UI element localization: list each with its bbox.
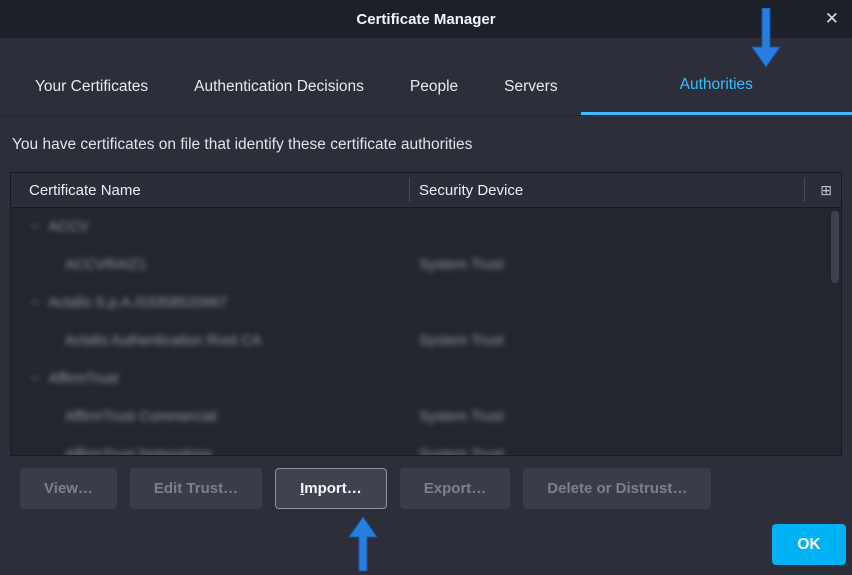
- close-icon[interactable]: ✕: [825, 0, 839, 38]
- table-row[interactable]: AffirmTrust Commercial System Trust: [11, 398, 841, 436]
- tab-authorities[interactable]: Authorities: [581, 58, 852, 115]
- certificate-name: Actalis S.p.A./03358520967: [48, 295, 227, 311]
- security-device: System Trust: [419, 398, 504, 436]
- table-scrollbar[interactable]: [830, 208, 840, 454]
- column-divider[interactable]: [409, 178, 410, 202]
- column-divider: [804, 178, 805, 202]
- table-row[interactable]: Actalis Authentication Root CA System Tr…: [11, 322, 841, 360]
- export-button[interactable]: Export…: [400, 468, 511, 509]
- table-row[interactable]: −ACCV: [11, 208, 841, 246]
- certificate-name: AffirmTrust: [48, 371, 118, 387]
- edit-trust-button[interactable]: Edit Trust…: [130, 468, 262, 509]
- tab-your-certificates[interactable]: Your Certificates: [12, 58, 171, 115]
- tab-authentication-decisions[interactable]: Authentication Decisions: [171, 58, 387, 115]
- certificates-table: Certificate Name Security Device ⊞ −ACCV…: [10, 172, 842, 456]
- table-row[interactable]: AffirmTrust Networking System Trust: [11, 436, 841, 456]
- column-picker-icon[interactable]: ⊞: [811, 173, 841, 207]
- action-button-row: View… Edit Trust… Import… Export… Delete…: [20, 468, 711, 509]
- certificate-name: ACCVRAIZ1: [65, 246, 146, 284]
- twisty-icon[interactable]: −: [31, 371, 39, 387]
- column-header-certificate-name[interactable]: Certificate Name: [29, 173, 141, 207]
- security-device: System Trust: [419, 436, 504, 456]
- certificate-name: ACCV: [48, 219, 88, 235]
- ok-button[interactable]: OK: [772, 524, 846, 565]
- twisty-icon[interactable]: −: [31, 295, 39, 311]
- dialog-title: Certificate Manager: [356, 11, 495, 28]
- security-device: System Trust: [419, 322, 504, 360]
- tab-people[interactable]: People: [387, 58, 481, 115]
- twisty-icon[interactable]: −: [31, 219, 39, 235]
- certificate-name: AffirmTrust Networking: [65, 436, 212, 456]
- scrollbar-thumb[interactable]: [831, 211, 839, 283]
- title-bar: Certificate Manager ✕: [0, 0, 852, 38]
- description-text: You have certificates on file that ident…: [12, 136, 472, 154]
- import-button[interactable]: Import…: [275, 468, 387, 509]
- column-header-security-device[interactable]: Security Device: [419, 173, 523, 207]
- certificate-name: Actalis Authentication Root CA: [65, 322, 262, 360]
- table-body: −ACCV ACCVRAIZ1 System Trust −Actalis S.…: [11, 208, 841, 456]
- table-header: Certificate Name Security Device ⊞: [11, 173, 841, 208]
- certificate-manager-dialog: Certificate Manager ✕ Your Certificates …: [0, 0, 852, 575]
- table-row[interactable]: −AffirmTrust: [11, 360, 841, 398]
- delete-distrust-button[interactable]: Delete or Distrust…: [523, 468, 711, 509]
- table-row[interactable]: −Actalis S.p.A./03358520967: [11, 284, 841, 322]
- table-row[interactable]: ACCVRAIZ1 System Trust: [11, 246, 841, 284]
- security-device: System Trust: [419, 246, 504, 284]
- certificate-name: AffirmTrust Commercial: [65, 398, 216, 436]
- tab-strip: Your Certificates Authentication Decisio…: [0, 58, 852, 116]
- tab-servers[interactable]: Servers: [481, 58, 580, 115]
- arrow-up-annotation: [347, 516, 379, 572]
- view-button[interactable]: View…: [20, 468, 117, 509]
